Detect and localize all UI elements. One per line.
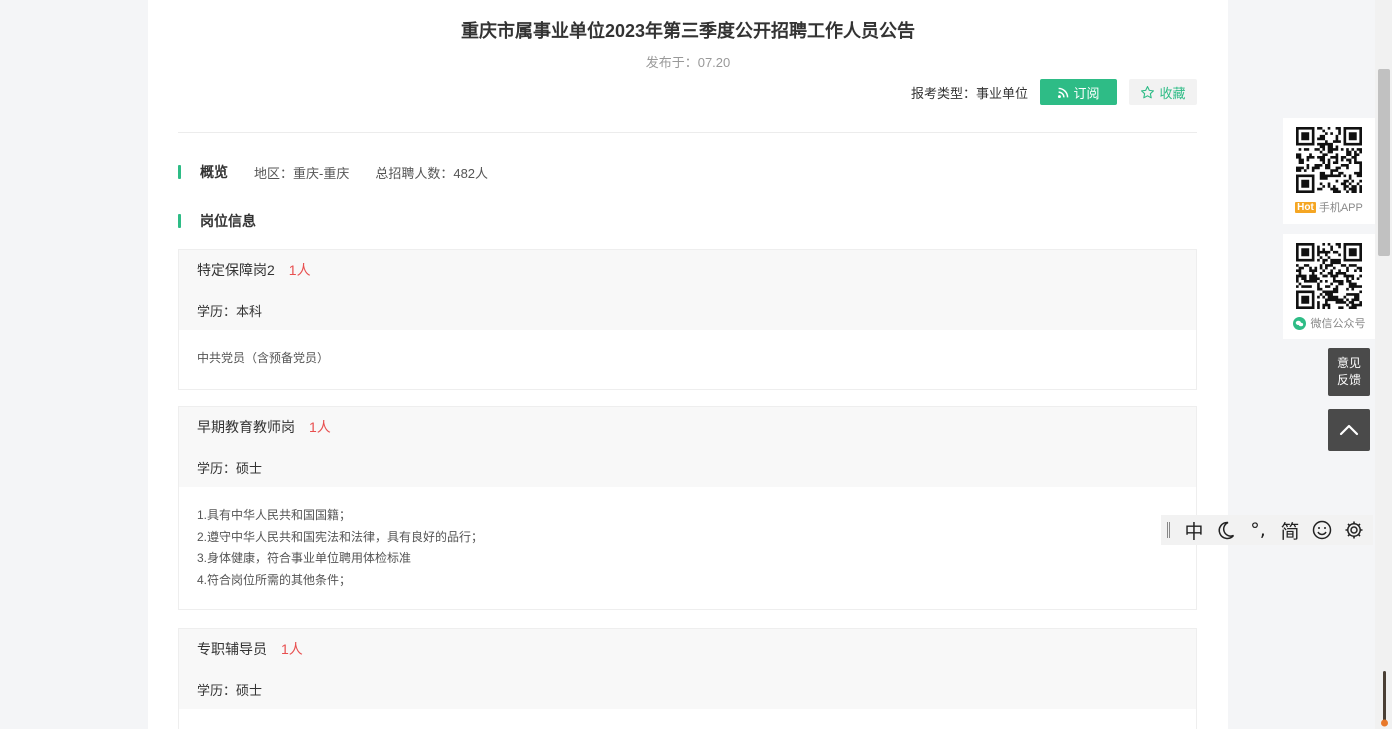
publish-date: 发布于：07.20 (645, 55, 731, 70)
overview-section: 概览 地区：重庆-重庆 总招聘人数：482人 (178, 164, 514, 181)
hot-badge: Hot (1295, 201, 1316, 213)
ime-simplified[interactable]: 简 (1274, 517, 1306, 544)
moon-icon (1218, 521, 1235, 540)
subscribe-label: 订阅 (1073, 85, 1100, 101)
app-label: 手机APP (1318, 202, 1363, 214)
position-count: 1人 (288, 262, 311, 278)
smiley-icon (1312, 520, 1332, 540)
position-requirements: 中共党员（含预备党员） (179, 330, 1196, 389)
position-name: 特定保障岗2 (197, 262, 275, 278)
app-qr-card[interactable]: Hot 手机APP (1283, 118, 1375, 224)
position-name: 早期教育教师岗 (197, 419, 295, 435)
ime-emoji[interactable] (1306, 520, 1338, 540)
feedback-label-2: 反馈 (1336, 373, 1361, 387)
position-requirements: 1.具有中华人民共和国国籍； 2.遵守中华人民共和国宪法和法律，具有良好的品行；… (179, 487, 1196, 609)
requirement-line: 2.遵守中华人民共和国宪法和法律，具有良好的品行； (197, 529, 484, 544)
position-card[interactable]: 特定保障岗2 1人 学历：本科 中共党员（含预备党员） (178, 249, 1197, 390)
article-meta: 报考类型：事业单位 订阅 收藏 (911, 79, 1197, 105)
thermometer-icon (1381, 671, 1388, 727)
section-marker (178, 165, 181, 179)
position-education: 学历：硕士 (197, 682, 263, 698)
favorite-button[interactable]: 收藏 (1129, 79, 1197, 105)
requirement-line: 3.身体健康，符合事业单位聘用体检标准 (197, 551, 412, 565)
gear-icon (1345, 521, 1363, 539)
ime-settings[interactable] (1338, 520, 1370, 540)
page-title: 重庆市属事业单位2023年第三季度公开招聘工作人员公告 (460, 21, 916, 41)
ime-toolbar: 中 °, 简 (1161, 515, 1373, 545)
favorite-label: 收藏 (1159, 85, 1186, 101)
position-name: 专职辅导员 (197, 641, 267, 657)
requirement-line: 中共党员（含预备党员） (197, 351, 330, 365)
rss-icon (1058, 87, 1069, 98)
section-marker (178, 214, 181, 228)
position-header: 特定保障岗2 1人 学历：本科 (179, 250, 1196, 330)
position-header: 早期教育教师岗 1人 学历：硕士 (179, 407, 1196, 487)
ime-drag-handle[interactable] (1167, 522, 1170, 538)
wechat-label: 微信公众号 (1310, 318, 1366, 330)
position-count: 1人 (281, 641, 303, 657)
position-education: 学历：本科 (197, 303, 263, 319)
requirement-line: 4.符合岗位所需的其他条件； (197, 572, 352, 587)
region-info: 地区：重庆-重庆 (254, 165, 350, 181)
position-card[interactable]: 专职辅导员 1人 学历：硕士 (178, 628, 1197, 729)
position-card[interactable]: 早期教育教师岗 1人 学历：硕士 1.具有中华人民共和国国籍； 2.遵守中华人民… (178, 406, 1197, 610)
positions-heading: 岗位信息 (200, 213, 256, 229)
wechat-icon (1292, 316, 1306, 330)
position-header: 专职辅导员 1人 学历：硕士 (179, 629, 1196, 709)
requirement-line: 1.具有中华人民共和国国籍； (197, 508, 352, 522)
ime-punctuation[interactable]: °, (1242, 519, 1274, 541)
article-page: 重庆市属事业单位2023年第三季度公开招聘工作人员公告 发布于：07.20 报考… (148, 0, 1228, 729)
total-hires: 总招聘人数：482人 (375, 165, 489, 181)
exam-type: 报考类型：事业单位 (910, 85, 1028, 101)
position-education: 学历：硕士 (197, 460, 263, 476)
feedback-label-1: 意见 (1336, 356, 1361, 370)
feedback-button[interactable]: 意见 反馈 (1328, 348, 1370, 396)
positions-section: 岗位信息 (178, 213, 282, 229)
chevron-up-icon (1339, 424, 1359, 436)
wechat-qr-code (1296, 243, 1362, 309)
back-to-top-button[interactable] (1328, 409, 1370, 451)
position-count: 1人 (309, 419, 331, 435)
divider (178, 132, 1197, 133)
star-icon (1141, 85, 1155, 98)
app-qr-code (1296, 127, 1362, 193)
overview-heading: 概览 (200, 164, 228, 180)
subscribe-button[interactable]: 订阅 (1040, 79, 1117, 105)
wechat-qr-card[interactable]: 微信公众号 (1283, 234, 1375, 339)
scrollbar-thumb[interactable] (1378, 69, 1390, 256)
ime-theme-toggle[interactable] (1210, 520, 1242, 540)
ime-chinese-mode[interactable]: 中 (1178, 517, 1210, 544)
